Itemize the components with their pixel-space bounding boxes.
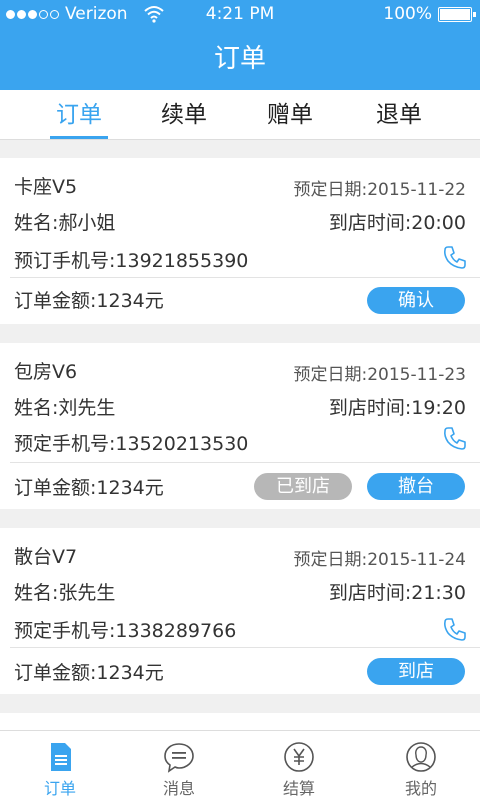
phone-number: 预定手机号:13520213530 (14, 433, 249, 455)
nav-bar: 订单 (0, 28, 480, 90)
arrive-button[interactable]: 到店 (367, 658, 465, 685)
order-card: 散台V7 预定日期:2015-11-24 姓名:张先生 到店时间:21:30 预… (0, 528, 480, 694)
divider (10, 277, 480, 278)
bottom-tab-label: 结算 (282, 779, 315, 798)
active-tab-indicator (50, 136, 108, 139)
tab-gifts[interactable]: 赠单 (230, 90, 350, 139)
status-bar: Verizon 4:21 PM 100% (0, 0, 480, 28)
arrival-time: 到店时间:19:20 (328, 397, 466, 419)
order-type-tabs: 订单 续单 赠单 退单 (0, 90, 480, 140)
order-doc-icon (51, 743, 71, 771)
reservation-date: 预定日期:2015-11-23 (293, 365, 466, 385)
tab-refunds[interactable]: 退单 (339, 90, 459, 139)
battery-status: 100% (383, 4, 476, 24)
phone-number: 预订手机号:13921855390 (14, 250, 249, 272)
room-name: 卡座V5 (14, 176, 78, 198)
order-card-partial (0, 713, 480, 730)
reservation-date: 预定日期:2015-11-22 (293, 180, 466, 200)
room-name: 散台V7 (14, 546, 78, 568)
reservation-date: 预定日期:2015-11-24 (293, 550, 466, 570)
phone-call-icon[interactable] (442, 616, 468, 642)
profile-icon (406, 742, 436, 772)
phone-number: 预定手机号:1338289766 (14, 620, 237, 642)
bottom-tab-label: 订单 (43, 779, 76, 798)
bottom-tab-messages[interactable]: 消息 (119, 731, 239, 801)
bottom-tab-settlement[interactable]: 结算 (239, 731, 359, 801)
order-amount: 订单金额:1234元 (14, 662, 164, 684)
bottom-tab-orders[interactable]: 订单 (0, 731, 120, 801)
order-amount: 订单金额:1234元 (14, 477, 164, 499)
room-name: 包房V6 (14, 361, 78, 383)
phone-call-icon[interactable] (442, 425, 468, 451)
bottom-tab-label: 我的 (404, 779, 437, 798)
cancel-table-button[interactable]: 撤台 (367, 473, 465, 500)
yuan-icon (284, 742, 314, 772)
customer-name: 姓名:刘先生 (14, 397, 116, 419)
divider (10, 462, 480, 463)
bottom-tab-label: 消息 (162, 779, 195, 798)
confirm-button[interactable]: 确认 (367, 287, 465, 314)
battery-percent: 100% (383, 4, 432, 24)
arrived-status-button[interactable]: 已到店 (254, 473, 352, 500)
message-icon (164, 743, 194, 773)
order-card: 包房V6 预定日期:2015-11-23 姓名:刘先生 到店时间:19:20 预… (0, 343, 480, 509)
arrival-time: 到店时间:20:00 (328, 212, 466, 234)
order-amount: 订单金额:1234元 (14, 290, 164, 312)
divider (10, 647, 480, 648)
customer-name: 姓名:郝小姐 (14, 212, 116, 234)
bottom-tab-profile[interactable]: 我的 (361, 731, 480, 801)
order-card: 卡座V5 预定日期:2015-11-22 姓名:郝小姐 到店时间:20:00 预… (0, 158, 480, 324)
arrival-time: 到店时间:21:30 (328, 582, 466, 604)
tab-renewals[interactable]: 续单 (124, 90, 244, 139)
battery-icon (438, 6, 476, 22)
bottom-tab-bar: 订单 消息 结算 我的 (0, 730, 480, 801)
page-title: 订单 (213, 44, 266, 74)
phone-call-icon[interactable] (442, 244, 468, 270)
tab-orders[interactable]: 订单 (19, 90, 139, 139)
customer-name: 姓名:张先生 (14, 582, 116, 604)
